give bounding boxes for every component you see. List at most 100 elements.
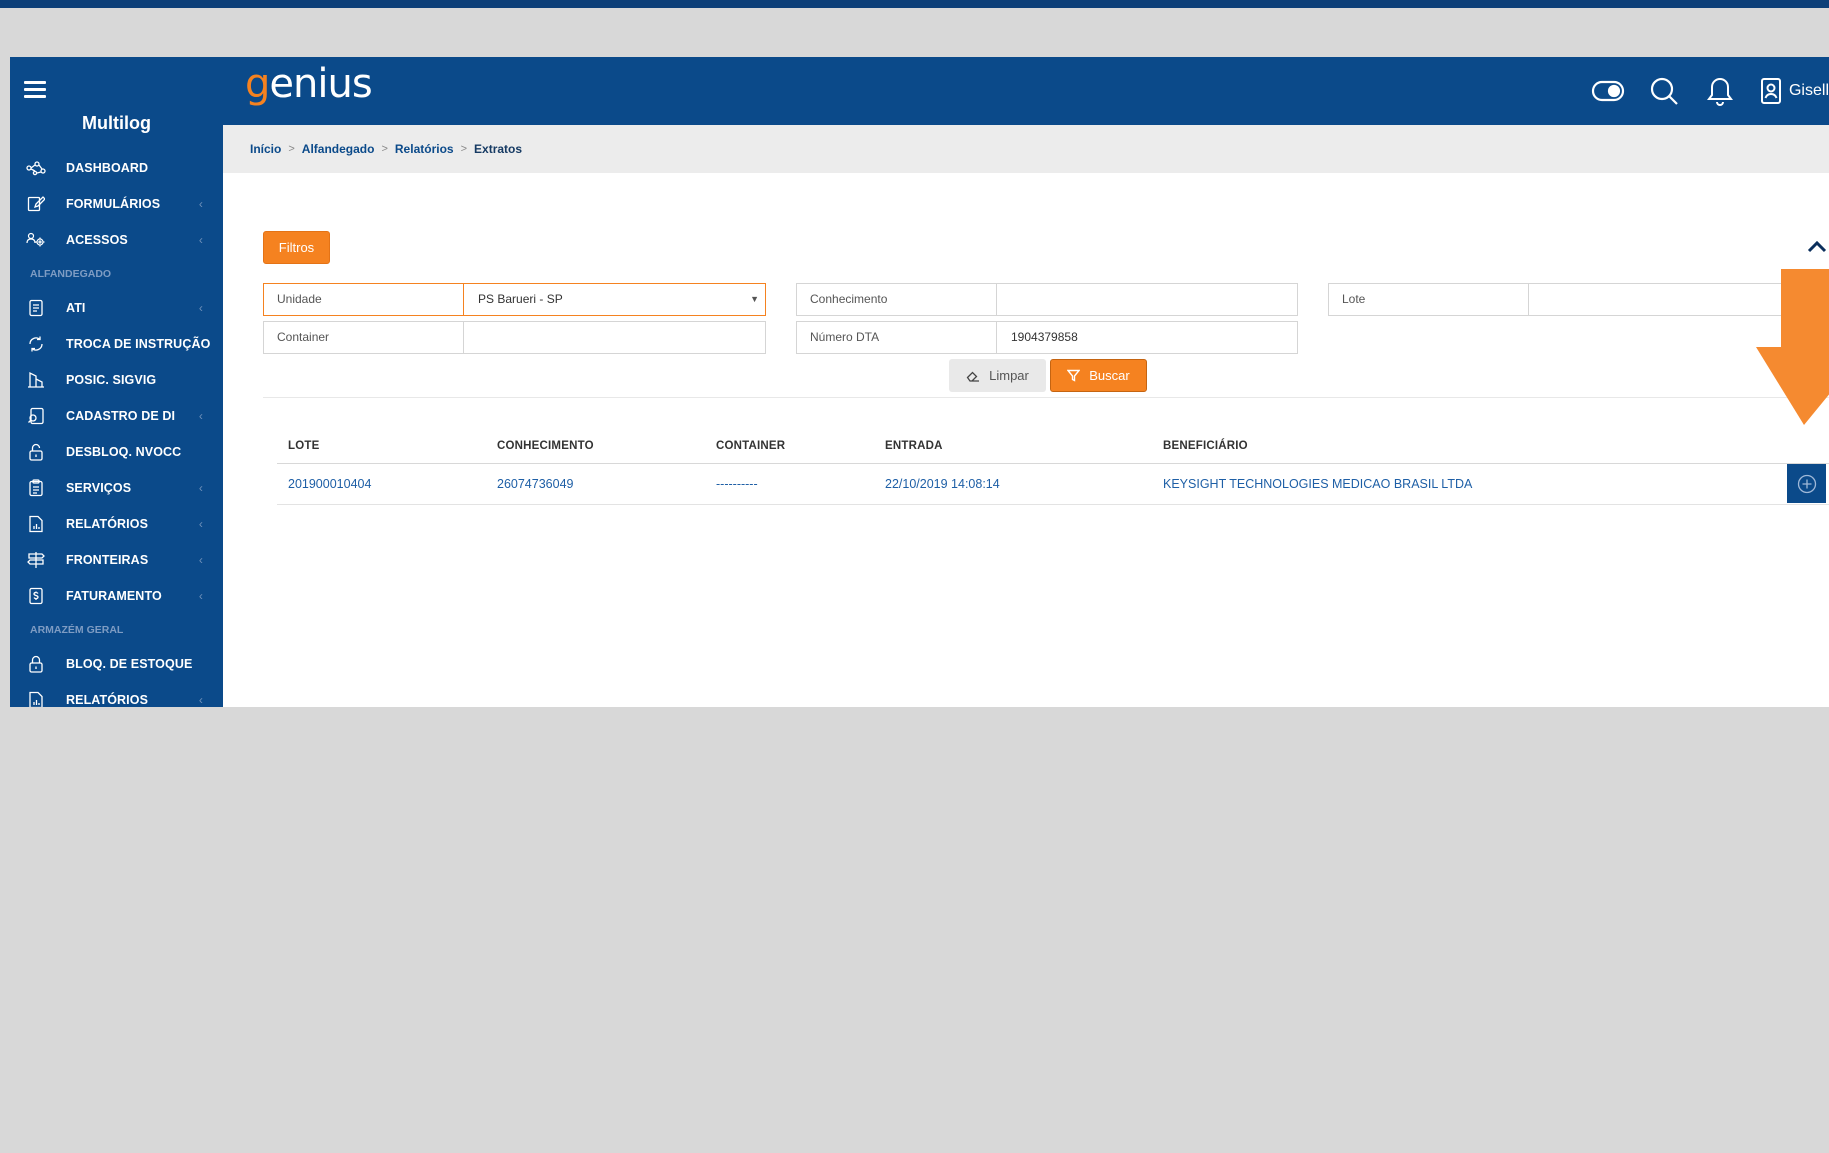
breadcrumb-relatorios[interactable]: Relatórios — [395, 142, 454, 156]
column-header-conhecimento[interactable]: CONHECIMENTO — [486, 440, 705, 452]
unidade-selected-text: PS Barueri - SP — [478, 292, 563, 306]
numero-dta-field[interactable]: Número DTA 1904379858 — [796, 321, 1298, 354]
sidebar-item-relatorios[interactable]: RELATÓRIOS ‹ — [10, 506, 223, 542]
filters-toggle-button[interactable]: Filtros — [263, 231, 330, 264]
sidebar-item-label: RELATÓRIOS — [66, 517, 149, 531]
signpost-icon — [26, 550, 46, 570]
header-actions: Gisell — [1569, 75, 1829, 107]
top-header: genius Gisell — [223, 57, 1829, 125]
cell-conhecimento[interactable]: 26074736049 — [486, 477, 705, 491]
chevron-left-icon: ‹ — [198, 481, 203, 495]
lote-field[interactable]: Lote — [1328, 283, 1829, 316]
sidebar-item-ati[interactable]: ATI ‹ — [10, 290, 223, 326]
unlock-icon — [26, 442, 46, 462]
breadcrumb-alfandegado[interactable]: Alfandegado — [302, 142, 375, 156]
logo-prefix: g — [245, 61, 270, 107]
app-window: Multilog DASHBOARD FORMULÁRIOS ‹ ACESSOS — [10, 57, 1829, 707]
column-header-beneficiario[interactable]: BENEFICIÁRIO — [1152, 440, 1829, 452]
sidebar-item-fronteiras[interactable]: FRONTEIRAS ‹ — [10, 542, 223, 578]
row-expand-button[interactable] — [1787, 464, 1826, 503]
sidebar-item-servicos[interactable]: SERVIÇOS ‹ — [10, 470, 223, 506]
chevron-up-icon[interactable] — [1805, 235, 1829, 259]
unidade-value[interactable]: PS Barueri - SP ▼ — [464, 284, 765, 315]
report-icon — [26, 690, 46, 707]
sidebar-item-relatorios-armazem[interactable]: RELATÓRIOS ‹ — [10, 682, 223, 707]
chevron-left-icon: ‹ — [198, 197, 203, 211]
sidebar-item-acessos[interactable]: ACESSOS ‹ — [10, 222, 223, 258]
sidebar-nav: DASHBOARD FORMULÁRIOS ‹ ACESSOS ‹ ALFAND… — [10, 150, 223, 707]
document-icon — [26, 298, 46, 318]
clear-button[interactable]: Limpar — [949, 359, 1046, 392]
sidebar-item-label: ACESSOS — [66, 233, 128, 247]
search-button-label: Buscar — [1089, 368, 1130, 383]
building-icon — [26, 370, 46, 390]
chevron-left-icon: ‹ — [198, 517, 203, 531]
sidebar-item-posic-sigvig[interactable]: POSIC. SIGVIG — [10, 362, 223, 398]
user-name[interactable]: Gisell — [1789, 82, 1829, 100]
sidebar-item-label: ATI — [66, 301, 86, 315]
logo-rest: enius — [269, 61, 372, 107]
clear-button-label: Limpar — [989, 368, 1029, 383]
sidebar-item-label: RELATÓRIOS — [66, 693, 149, 707]
table-row[interactable]: 201900010404 26074736049 ---------- 22/1… — [277, 464, 1829, 505]
network-icon — [26, 158, 46, 178]
users-gear-icon — [26, 230, 46, 250]
app-logo[interactable]: genius — [245, 61, 373, 107]
sidebar-item-bloq-de-estoque[interactable]: BLOQ. DE ESTOQUE — [10, 646, 223, 682]
conhecimento-input[interactable] — [997, 284, 1297, 315]
sidebar-item-troca-de-instrucao[interactable]: TROCA DE INSTRUÇÃO — [10, 326, 223, 362]
bell-icon[interactable] — [1703, 75, 1737, 107]
conhecimento-label: Conhecimento — [797, 284, 997, 315]
sidebar-item-desbloq-nvocc[interactable]: DESBLOQ. NVOCC — [10, 434, 223, 470]
document-search-icon — [26, 406, 46, 426]
sidebar-item-label: FORMULÁRIOS — [66, 197, 161, 211]
annotation-arrow-shape — [1756, 269, 1829, 425]
eraser-icon — [966, 371, 980, 382]
edit-form-icon — [26, 194, 46, 214]
lote-label: Lote — [1329, 284, 1529, 315]
breadcrumb-inicio[interactable]: Início — [250, 142, 281, 156]
invoice-icon — [26, 586, 46, 606]
unidade-select[interactable]: Unidade PS Barueri - SP ▼ — [263, 283, 766, 316]
table-header: LOTE CONHECIMENTO CONTAINER ENTRADA BENE… — [277, 429, 1829, 464]
menu-toggle-icon[interactable] — [24, 81, 46, 99]
results-table: LOTE CONHECIMENTO CONTAINER ENTRADA BENE… — [277, 429, 1829, 505]
theme-toggle-icon[interactable] — [1591, 75, 1625, 107]
sidebar-item-faturamento[interactable]: FATURAMENTO ‹ — [10, 578, 223, 614]
sidebar-section-alfandegado: ALFANDEGADO — [30, 268, 112, 280]
container-field[interactable]: Container — [263, 321, 766, 354]
breadcrumb-separator: > — [381, 143, 388, 155]
cell-beneficiario[interactable]: KEYSIGHT TECHNOLOGIES MEDICAO BRASIL LTD… — [1152, 477, 1829, 491]
breadcrumb: Início > Alfandegado > Relatórios > Extr… — [250, 142, 522, 156]
sidebar-item-label: SERVIÇOS — [66, 481, 132, 495]
chevron-left-icon: ‹ — [198, 409, 203, 423]
sidebar-item-label: FRONTEIRAS — [66, 553, 149, 567]
search-button[interactable]: Buscar — [1050, 359, 1147, 392]
chevron-left-icon: ‹ — [198, 589, 203, 603]
conhecimento-field[interactable]: Conhecimento — [796, 283, 1298, 316]
container-input[interactable] — [464, 322, 765, 353]
cell-entrada[interactable]: 22/10/2019 14:08:14 — [874, 477, 1152, 491]
chevron-left-icon: ‹ — [198, 233, 203, 247]
cell-lote[interactable]: 201900010404 — [277, 477, 486, 491]
search-icon[interactable] — [1647, 75, 1681, 107]
column-header-container[interactable]: CONTAINER — [705, 440, 874, 452]
column-header-lote[interactable]: LOTE — [277, 440, 486, 452]
cell-container[interactable]: ---------- — [705, 477, 874, 491]
column-header-entrada[interactable]: ENTRADA — [874, 440, 1152, 452]
sidebar-item-cadastro-de-di[interactable]: CADASTRO DE DI ‹ — [10, 398, 223, 434]
numero-dta-input[interactable]: 1904379858 — [997, 322, 1297, 353]
unidade-label: Unidade — [264, 284, 464, 315]
filter-icon — [1067, 369, 1081, 382]
sidebar-item-dashboard[interactable]: DASHBOARD — [10, 150, 223, 186]
sidebar-item-label: DESBLOQ. NVOCC — [66, 445, 182, 459]
breadcrumb-bar: Início > Alfandegado > Relatórios > Extr… — [223, 125, 1829, 173]
dropdown-caret-icon: ▼ — [750, 294, 759, 304]
chevron-left-icon: ‹ — [198, 553, 203, 567]
user-badge-icon[interactable] — [1759, 75, 1783, 107]
chevron-left-icon: ‹ — [198, 693, 203, 707]
sidebar-item-formularios[interactable]: FORMULÁRIOS ‹ — [10, 186, 223, 222]
sidebar-section-armazem-geral: ARMAZÉM GERAL — [30, 624, 124, 636]
breadcrumb-separator: > — [460, 143, 468, 155]
sidebar-item-label: DASHBOARD — [66, 161, 149, 175]
